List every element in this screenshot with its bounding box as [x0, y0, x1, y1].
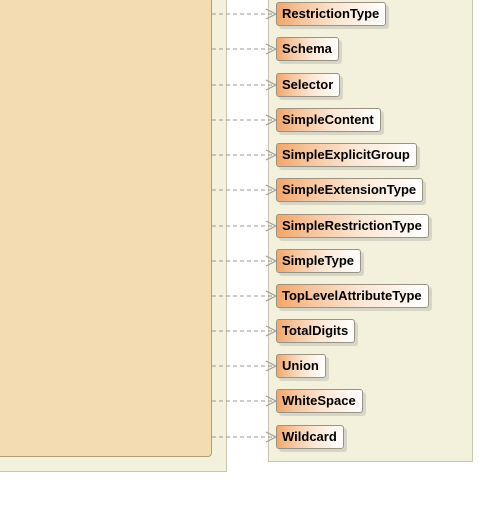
class-node-restrictiontype[interactable]: RestrictionType: [276, 2, 387, 26]
class-node-totaldigits[interactable]: TotalDigits: [276, 319, 356, 343]
class-node-schema[interactable]: Schema: [276, 37, 339, 61]
class-node-simpletype[interactable]: SimpleType: [276, 249, 362, 273]
class-node-simpleexplicitgroup[interactable]: SimpleExplicitGroup: [276, 143, 417, 167]
diagram-canvas: RestrictionType Schema Selector SimpleCo…: [0, 0, 481, 512]
class-node-toplevelattributetype[interactable]: TopLevelAttributeType: [276, 284, 429, 308]
class-node-selector[interactable]: Selector: [276, 73, 341, 97]
class-node-wildcard[interactable]: Wildcard: [276, 425, 344, 449]
class-node-union[interactable]: Union: [276, 354, 326, 378]
class-node-simpleextensiontype[interactable]: SimpleExtensionType: [276, 178, 424, 202]
class-node-simplecontent[interactable]: SimpleContent: [276, 108, 381, 132]
dependency-connectors: [212, 8, 278, 443]
class-node-simplerestrictiontype[interactable]: SimpleRestrictionType: [276, 214, 429, 238]
class-node-whitespace[interactable]: WhiteSpace: [276, 389, 363, 413]
